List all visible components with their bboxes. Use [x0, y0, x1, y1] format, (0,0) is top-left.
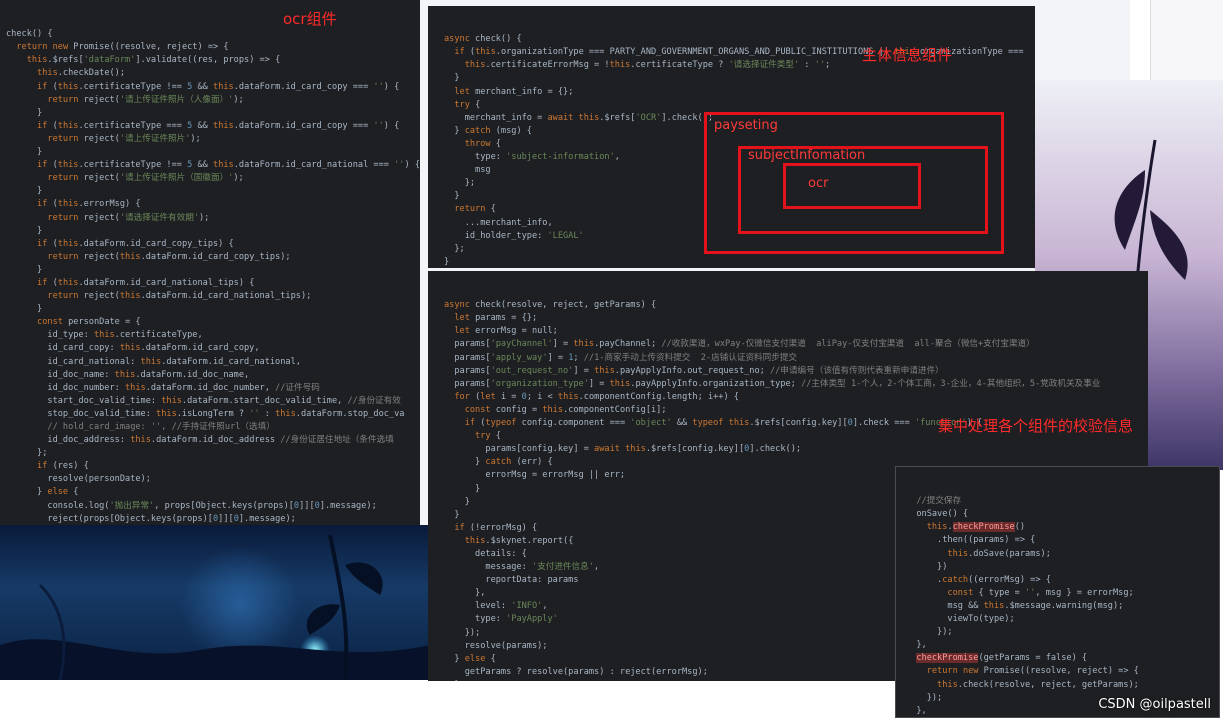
code-line: console.log('抛出异常', props[Object.keys(pr…	[6, 500, 377, 511]
code-line: id_card_national: this.dataForm.id_card_…	[6, 356, 301, 367]
code-line: .then((params) => {	[906, 535, 1036, 546]
code-line: if (this.certificateType !== 5 && this.d…	[37, 81, 400, 92]
code-line: }	[6, 225, 43, 236]
code-line: return reject(this.dataForm.id_card_nati…	[47, 291, 312, 302]
csdn-watermark: CSDN @oilpastell	[1098, 697, 1211, 712]
code-line: if (this.errorMsg) {	[37, 199, 141, 210]
code-line: msg && this.$message.warning(msg);	[906, 600, 1124, 611]
code-line: }	[444, 73, 460, 84]
code-line: this.doSave(params);	[947, 548, 1051, 559]
code-line: }	[6, 186, 43, 197]
ocr-box	[783, 163, 921, 209]
code-line: } else {	[6, 487, 79, 498]
code-line: for (let i = 0; i < this.componentConfig…	[454, 391, 739, 402]
code-line: }	[6, 147, 43, 158]
code-line: return reject('请上传证件照片');	[47, 133, 201, 144]
code-line: }	[6, 264, 43, 275]
subject-component-caption: 主体信息组件	[862, 46, 953, 64]
code-line: return reject(this.dataForm.id_card_copy…	[47, 251, 291, 262]
code-line: params[config.key] = await this.$refs[co…	[444, 444, 802, 455]
centralized-validation-caption: 集中处理各个组件的校验信息	[938, 417, 1134, 435]
code-line: onSave() {	[906, 509, 969, 520]
code-line: checkPromise(getParams = false) {	[916, 653, 1088, 664]
code-line: let params = {};	[454, 313, 538, 324]
code-line: this.$refs['dataForm'].validate((res, pr…	[26, 55, 281, 66]
code-line: viewTo(type);	[906, 614, 1015, 625]
code-line: params['apply_way'] = 1; //1-商家手动上传资料提交 …	[444, 352, 798, 363]
code-line: if (this.certificateType !== 5 && this.d…	[37, 160, 420, 171]
code-line: },	[906, 640, 927, 651]
code-line: return new Promise((resolve, reject) => …	[926, 666, 1139, 677]
code-line: if (res) {	[37, 461, 89, 472]
code-line: }	[6, 107, 43, 118]
code-line: })	[906, 561, 948, 572]
code-line: check() {	[6, 29, 53, 40]
code-line: id_doc_name: this.dataForm.id_doc_name,	[6, 369, 250, 380]
ocr-label: ocr	[808, 176, 829, 191]
ocr-check-code-panel: check() { return new Promise((resolve, r…	[0, 0, 420, 525]
code-line: return new Promise((resolve, reject) => …	[16, 42, 229, 53]
save-code-panel: //提交保存 onSave() { this.checkPromise() .t…	[895, 466, 1220, 718]
code-line: this.checkDate();	[37, 68, 126, 79]
code-line: id_doc_address: this.dataForm.id_doc_add…	[6, 435, 394, 446]
code-line: async check(resolve, reject, getParams) …	[444, 300, 657, 311]
code-line: let errorMsg = null;	[454, 326, 558, 337]
code-line: params['organization_type'] = this.payAp…	[444, 378, 1101, 389]
code-line: id_type: this.certificateType,	[6, 330, 203, 341]
code-line: };	[6, 448, 48, 459]
code-line: if (this.dataForm.id_card_copy_tips) {	[37, 238, 234, 249]
code-line: this.check(resolve, reject, getParams);	[937, 679, 1139, 690]
ocr-component-caption: ocr组件	[283, 10, 337, 28]
wallpaper-night-scene	[0, 525, 430, 680]
code-line: return reject('请选择证件有效期');	[47, 212, 210, 223]
code-line: const { type = '', msg } = errorMsg;	[947, 587, 1134, 598]
code-line: // hold_card_image: '', //手持证件照url（选填）	[47, 422, 275, 432]
foliage-icon	[0, 534, 430, 680]
code-line: //提交保存	[916, 496, 962, 507]
code-line: id_card_copy: this.dataForm.id_card_copy…	[6, 343, 260, 354]
code-line: .catch((errorMsg) => {	[906, 574, 1051, 585]
code-line: resolve(personDate);	[6, 474, 151, 485]
code-line: this.checkPromise()	[926, 522, 1026, 533]
code-line: let merchant_info = {};	[454, 86, 574, 97]
code-line: if (this.certificateType === 5 && this.d…	[37, 120, 400, 131]
code-line: }	[444, 256, 450, 267]
code-line: return reject('请上传证件照片（国徽面）');	[47, 173, 244, 184]
code-line: if (this.dataForm.id_card_national_tips)…	[37, 277, 255, 288]
code-line: try {	[454, 99, 481, 110]
code-line: });	[906, 627, 953, 638]
code-line: reject(props[Object.keys(props)[0]][0].m…	[6, 513, 296, 524]
payseting-label: payseting	[714, 118, 778, 133]
code-line: const personDate = {	[37, 317, 141, 328]
code-line: params['out_request_no'] = this.payApply…	[444, 365, 944, 376]
subject-information-label: subjectInfomation	[748, 148, 866, 163]
code-line: params['payChannel'] = this.payChannel; …	[444, 339, 1035, 350]
code-line: id_doc_number: this.dataForm.id_doc_numb…	[6, 382, 320, 393]
code-line: return reject('请上传证件照片（人像面）');	[47, 94, 244, 105]
code-line: start_doc_valid_time: this.dataForm.star…	[6, 395, 401, 406]
code-line: }	[6, 304, 43, 315]
code-line: stop_doc_valid_time: this.isLongTerm ? '…	[6, 408, 405, 419]
